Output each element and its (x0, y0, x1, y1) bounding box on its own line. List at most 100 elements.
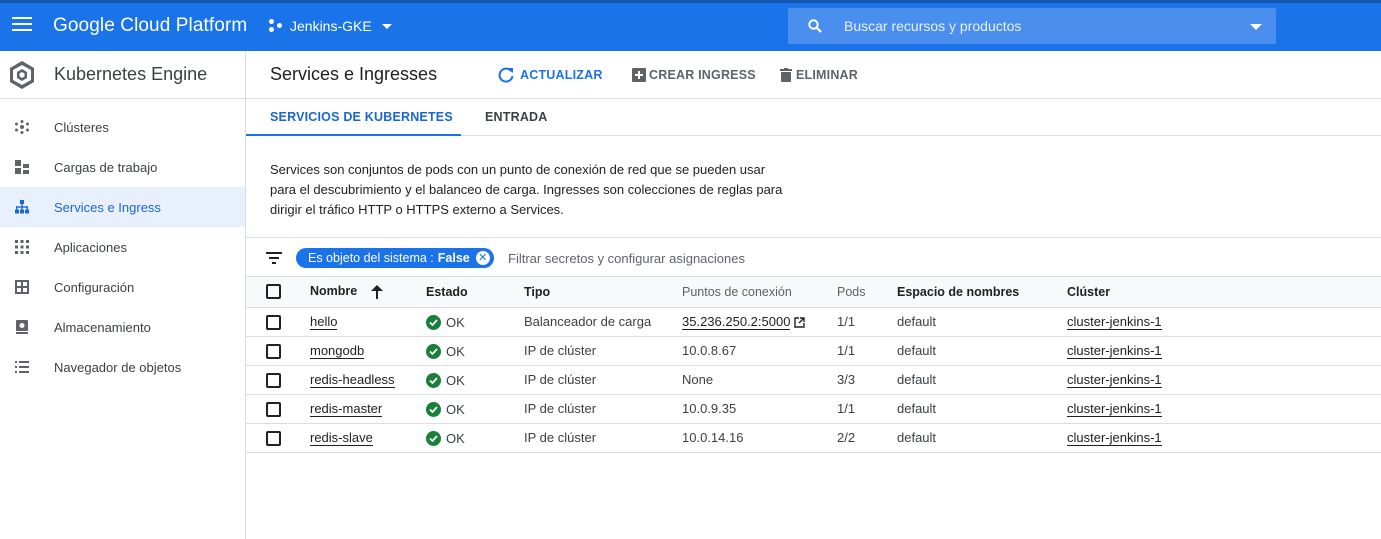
column-header-pods[interactable]: Pods (837, 277, 897, 308)
tab-kubernetes-services[interactable]: SERVICIOS DE KUBERNETES (246, 99, 461, 136)
column-header-status[interactable]: Estado (426, 277, 524, 308)
status-text: OK (446, 314, 465, 330)
namespace-cell: default (897, 336, 1067, 366)
tab-bar: SERVICIOS DE KUBERNETES ENTRADA (246, 99, 1381, 136)
tab-ingress[interactable]: ENTRADA (485, 99, 548, 135)
service-name-link[interactable]: redis-master (310, 401, 383, 417)
type-cell: Balanceador de carga (524, 307, 682, 337)
sidebar-item-services-ingress[interactable]: Services e Ingress (0, 187, 245, 227)
description-line: dirigir el tráfico HTTP o HTTPS externo … (270, 202, 564, 217)
sidebar-item-configuration[interactable]: Configuración (0, 267, 245, 307)
row-checkbox[interactable] (266, 314, 281, 330)
sidebar-item-applications[interactable]: Aplicaciones (0, 227, 245, 267)
filter-chip[interactable]: Es objeto del sistema : False ✕ (296, 248, 494, 268)
cluster-cell: cluster-jenkins-1 (1067, 423, 1381, 453)
row-checkbox[interactable] (266, 401, 281, 417)
sidebar-item-label: Configuración (54, 279, 135, 295)
table-row: redis-master OK IP de clúster 10.0.9.35 … (246, 394, 1381, 424)
sort-ascending-icon[interactable] (370, 285, 383, 300)
create-ingress-label: CREAR INGRESS (649, 67, 756, 82)
delete-button[interactable]: ELIMINAR (780, 51, 858, 98)
column-header-label: Nombre (310, 284, 358, 299)
table-row: redis-slave OK IP de clúster 10.0.14.16 … (246, 423, 1381, 453)
brand-title[interactable]: Google Cloud Platform (53, 15, 247, 37)
search-bar[interactable] (788, 8, 1276, 44)
services-icon (0, 200, 54, 214)
name-cell: mongodb (310, 336, 426, 366)
add-box-icon (632, 67, 646, 82)
top-app-bar: Google Cloud Platform Jenkins-GKE (0, 0, 1381, 51)
type-cell: IP de clúster (524, 394, 682, 424)
column-header-cluster[interactable]: Clúster (1067, 277, 1381, 308)
column-header-namespace[interactable]: Espacio de nombres (897, 277, 1067, 308)
delete-label: ELIMINAR (796, 67, 859, 82)
sidebar-item-label: Almacenamiento (54, 319, 151, 335)
status-cell: OK (426, 394, 524, 424)
filter-bar: Es objeto del sistema : False ✕ (246, 237, 1381, 277)
project-selector[interactable]: Jenkins-GKE (268, 18, 392, 34)
sidebar-item-workloads[interactable]: Cargas de trabajo (0, 147, 245, 187)
create-ingress-button[interactable]: CREAR INGRESS (632, 51, 756, 98)
row-select-cell (246, 307, 310, 337)
sidebar-item-label: Clústeres (54, 119, 109, 135)
service-name-link[interactable]: redis-slave (310, 430, 373, 446)
row-select-cell (246, 394, 310, 424)
search-input[interactable] (844, 8, 1224, 44)
row-checkbox[interactable] (266, 343, 281, 359)
status-text: OK (446, 430, 465, 446)
storage-icon (0, 320, 54, 334)
sidebar-title: Kubernetes Engine (54, 64, 208, 84)
select-all-cell (246, 277, 310, 308)
endpoint-link[interactable]: 35.236.250.2:5000 (682, 314, 791, 330)
description-line: para el descubrimiento y el balanceo de … (270, 182, 783, 197)
column-header-endpoints[interactable]: Puntos de conexión (682, 277, 837, 308)
column-header-name[interactable]: Nombre (310, 277, 426, 308)
namespace-cell: default (897, 365, 1067, 395)
filter-icon[interactable] (266, 252, 282, 264)
filter-input[interactable] (508, 247, 908, 269)
cluster-link[interactable]: cluster-jenkins-1 (1067, 401, 1162, 417)
cluster-link[interactable]: cluster-jenkins-1 (1067, 372, 1162, 388)
name-cell: redis-master (310, 394, 426, 424)
search-icon (808, 19, 822, 33)
config-icon (0, 280, 54, 294)
sidebar-item-storage[interactable]: Almacenamiento (0, 307, 245, 347)
row-select-cell (246, 336, 310, 366)
select-all-checkbox[interactable] (266, 284, 281, 300)
cluster-link[interactable]: cluster-jenkins-1 (1067, 314, 1162, 330)
sidebar-item-clusters[interactable]: Clústeres (0, 107, 245, 147)
row-checkbox[interactable] (266, 430, 281, 446)
kubernetes-engine-logo-icon (10, 60, 34, 89)
sidebar-item-object-browser[interactable]: Navegador de objetos (0, 347, 245, 387)
sidebar-nav: Clústeres Cargas de trabajo Services e I… (0, 99, 245, 387)
check-circle-icon (426, 372, 441, 388)
type-cell: IP de clúster (524, 365, 682, 395)
chip-close-icon[interactable]: ✕ (475, 251, 490, 265)
namespace-cell: default (897, 423, 1067, 453)
open-in-new-icon[interactable] (794, 317, 806, 328)
search-dropdown-icon[interactable] (1250, 24, 1262, 30)
cluster-cell: cluster-jenkins-1 (1067, 336, 1381, 366)
endpoints-cell: 35.236.250.2:5000 (682, 307, 837, 337)
column-header-type[interactable]: Tipo (524, 277, 682, 308)
status-cell: OK (426, 423, 524, 453)
endpoints-cell: 10.0.8.67 (682, 336, 837, 366)
cluster-link[interactable]: cluster-jenkins-1 (1067, 430, 1162, 446)
namespace-cell: default (897, 307, 1067, 337)
refresh-button[interactable]: ACTUALIZAR (497, 51, 603, 98)
menu-icon[interactable] (12, 17, 32, 33)
pods-cell: 1/1 (837, 336, 897, 366)
apps-icon (0, 240, 54, 254)
services-table: Nombre Estado Tipo Puntos de conexión Po… (246, 277, 1381, 453)
service-name-link[interactable]: hello (310, 314, 338, 330)
check-circle-icon (426, 401, 441, 417)
check-circle-icon (426, 430, 441, 446)
status-cell: OK (426, 365, 524, 395)
cluster-link[interactable]: cluster-jenkins-1 (1067, 343, 1162, 359)
service-name-link[interactable]: mongodb (310, 343, 365, 359)
project-name: Jenkins-GKE (290, 18, 372, 34)
sidebar: Kubernetes Engine Clústeres Cargas de tr… (0, 51, 246, 539)
row-checkbox[interactable] (266, 372, 281, 388)
service-name-link[interactable]: redis-headless (310, 372, 395, 388)
status-cell: OK (426, 307, 524, 337)
